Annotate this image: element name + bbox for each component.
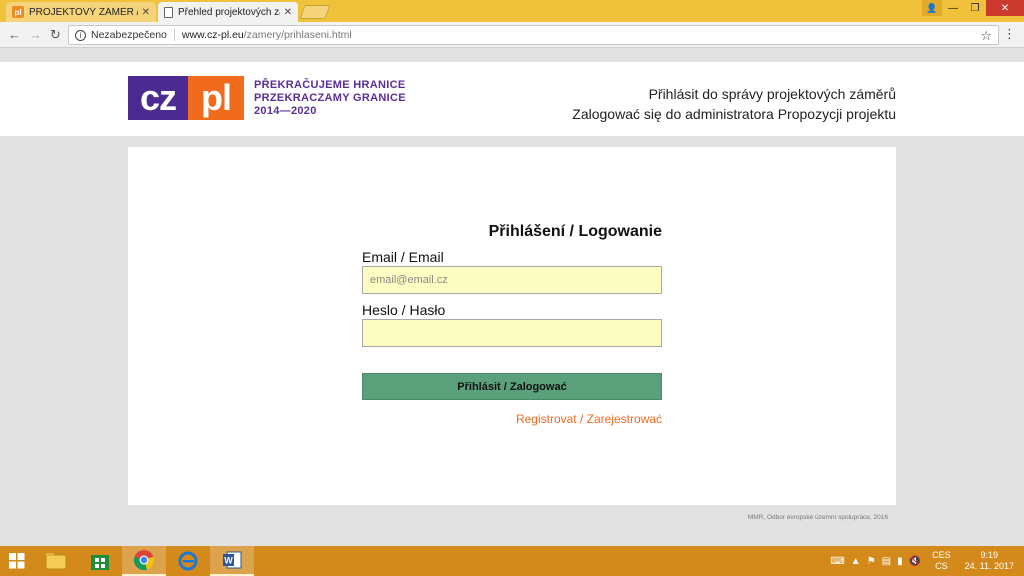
keyboard-icon[interactable]: ⌨ (830, 556, 844, 567)
restore-button[interactable]: ❐ (964, 0, 986, 16)
chrome-icon (134, 550, 155, 570)
info-icon[interactable]: i (75, 29, 86, 41)
header-title-pl: Zalogować się do administratora Propozyc… (572, 106, 896, 122)
store-button[interactable] (78, 546, 122, 576)
login-form: Přihlášení / Logowanie Email / Email Hes… (362, 223, 662, 426)
network-icon[interactable]: ▮ (897, 556, 903, 567)
login-panel: Přihlášení / Logowanie Email / Email Hes… (128, 147, 896, 505)
register-row: Registrovat / Zarejestrować (362, 412, 662, 426)
tab-title: Přehled projektových zán (178, 6, 280, 18)
reload-icon[interactable]: ↻ (50, 27, 61, 43)
login-heading: Přihlášení / Logowanie (488, 223, 662, 240)
forward-arrow-icon[interactable]: → (29, 27, 42, 42)
security-label: Nezabezpečeno (91, 29, 167, 41)
clock[interactable]: 9:19 24. 11. 2017 (965, 550, 1014, 572)
password-field[interactable] (362, 319, 662, 347)
start-button[interactable] (0, 546, 34, 576)
logo-line-cs: PŘEKRAČUJEME HRANICE (254, 78, 406, 91)
internet-explorer-button[interactable] (166, 546, 210, 576)
czpl-logo[interactable]: cz pl PŘEKRAČUJEME HRANICE PRZEKRACZAMY … (128, 76, 406, 120)
show-hidden-icons-icon[interactable]: ▲ (851, 556, 861, 567)
url-field[interactable]: i Nezabezpečeno www.cz-pl.eu/zamery/prih… (68, 25, 999, 45)
url-path: /zamery/prihlaseni.html (243, 29, 352, 41)
tab-title: PROJEKTOVÝ ZÁMĚR / P (29, 6, 138, 18)
header-title: Přihlásit do správy projektových záměrů … (572, 84, 896, 124)
header-title-cs: Přihlásit do správy projektových záměrů (648, 86, 896, 102)
url-host: www.cz-pl.eu (181, 29, 244, 41)
clock-time: 9:19 (980, 550, 999, 560)
new-tab-button[interactable] (299, 5, 331, 19)
window-controls: 👤 — ❐ ✕ (922, 0, 1024, 16)
svg-text:W: W (224, 556, 233, 566)
word-taskbar-button[interactable]: W (210, 546, 254, 576)
logo-cz-block: cz (128, 76, 188, 120)
minimize-button[interactable]: — (942, 0, 964, 16)
word-icon: W (223, 551, 242, 569)
internet-explorer-icon (178, 551, 198, 571)
browser-tab-bar: pl PROJEKTOVÝ ZÁMĚR / P ✕ Přehled projek… (0, 0, 1024, 22)
address-bar-row: ← → ↻ i Nezabezpečeno www.cz-pl.eu/zamer… (0, 22, 1024, 48)
file-explorer-button[interactable] (34, 546, 78, 576)
device-icon[interactable]: ▤ (882, 556, 891, 567)
logo-tagline: PŘEKRAČUJEME HRANICE PRZEKRACZAMY GRANIC… (254, 79, 406, 118)
browser-menu-icon[interactable]: ⋮ (1003, 27, 1016, 40)
divider (173, 29, 175, 41)
page-content: cz pl PŘEKRAČUJEME HRANICE PRZEKRACZAMY … (0, 48, 1024, 546)
user-profile-icon[interactable]: 👤 (922, 0, 942, 16)
flag-icon[interactable]: ⚑ (867, 556, 876, 567)
logo-pl-block: pl (188, 76, 244, 120)
register-link[interactable]: Registrovat / Zarejestrować (516, 412, 662, 426)
clock-date: 24. 11. 2017 (964, 561, 1014, 571)
keyboard-layout: CS (935, 561, 948, 571)
tab-projektovy-zamer[interactable]: pl PROJEKTOVÝ ZÁMĚR / P ✕ (6, 2, 156, 22)
close-tab-icon[interactable]: ✕ (142, 7, 150, 18)
logo-line-years: 2014—2020 (254, 104, 317, 117)
taskbar: W ⌨ ▲ ⚑ ▤ ▮ 🔇 CES CS 9:19 24. 11. 2017 (0, 546, 1024, 576)
login-button[interactable]: Přihlásit / Zalogować (362, 373, 662, 400)
email-label: Email / Email (362, 249, 444, 265)
volume-icon[interactable]: 🔇 (909, 556, 921, 567)
system-tray: ⌨ ▲ ⚑ ▤ ▮ 🔇 CES CS 9:19 24. 11. 2017 (827, 546, 1020, 576)
bookmark-star-icon[interactable]: ☆ (980, 28, 992, 44)
chrome-taskbar-button[interactable] (122, 546, 166, 576)
windows-logo-icon (9, 553, 25, 569)
email-field[interactable] (362, 266, 662, 294)
language-code: CES (932, 550, 951, 560)
logo-line-pl: PRZEKRACZAMY GRANICE (254, 91, 406, 104)
store-icon (91, 555, 109, 570)
folder-icon (45, 553, 67, 570)
input-language[interactable]: CES CS (932, 550, 951, 572)
czpl-favicon-icon: pl (12, 6, 24, 18)
tab-prehled[interactable]: Přehled projektových zán ✕ (158, 2, 298, 22)
footer-note: MMR, Odbor evropské územní spolupráce, 2… (747, 514, 888, 521)
back-arrow-icon[interactable]: ← (8, 27, 21, 42)
site-header: cz pl PŘEKRAČUJEME HRANICE PRZEKRACZAMY … (0, 62, 1024, 136)
close-tab-icon[interactable]: ✕ (284, 7, 292, 18)
document-favicon-icon (164, 6, 173, 18)
close-window-button[interactable]: ✕ (986, 0, 1024, 16)
password-label: Heslo / Hasło (362, 302, 446, 318)
